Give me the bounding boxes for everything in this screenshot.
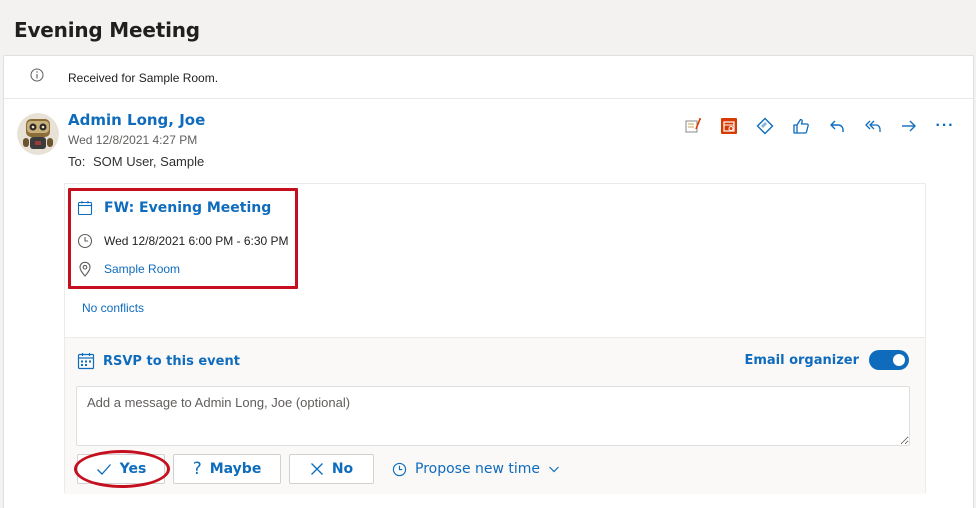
event-details: FW: Evening Meeting Wed 12/8/2021 6:00 P… (65, 184, 925, 337)
email-organizer-label: Email organizer (744, 352, 859, 368)
event-location-row: Sample Room (77, 261, 180, 277)
rsvp-message-input[interactable] (76, 386, 910, 446)
clock-icon (392, 462, 407, 476)
event-time-row: Wed 12/8/2021 6:00 PM - 6:30 PM (77, 233, 289, 249)
propose-label: Propose new time (415, 461, 541, 477)
email-organizer-control: Email organizer (744, 350, 909, 370)
forward-icon (902, 120, 916, 132)
more-actions-button[interactable]: ··· (931, 114, 959, 138)
forward-note-icon (685, 118, 701, 133)
close-icon (310, 463, 323, 475)
rsvp-label: RSVP to this event (103, 353, 240, 369)
no-label: No (331, 461, 354, 477)
question-icon: ? (192, 459, 202, 479)
event-time: Wed 12/8/2021 6:00 PM - 6:30 PM (104, 234, 289, 248)
maybe-label: Maybe (209, 461, 262, 477)
info-icon (30, 68, 44, 82)
rsvp-panel: RSVP to this event Email organizer Yes (65, 337, 925, 494)
propose-new-time-button[interactable]: Propose new time (392, 461, 560, 477)
no-button[interactable]: No (289, 454, 374, 484)
event-title-row: FW: Evening Meeting (77, 200, 271, 216)
to-label: To: (68, 154, 86, 169)
sent-date: Wed 12/8/2021 4:27 PM (68, 133, 198, 147)
rsvp-header: RSVP to this event (77, 352, 240, 370)
to-recipient[interactable]: SOM User, Sample (93, 154, 204, 169)
like-button[interactable] (787, 114, 815, 138)
info-text: Received for Sample Room. (68, 71, 219, 85)
maybe-button[interactable]: ? Maybe (173, 454, 281, 484)
teams-calendar-icon (721, 118, 737, 134)
teams-calendar-button[interactable] (715, 114, 743, 138)
event-title[interactable]: FW: Evening Meeting (104, 200, 271, 216)
reply-button[interactable] (823, 114, 851, 138)
categorize-button[interactable] (751, 114, 779, 138)
calendar-rsvp-icon (77, 353, 95, 370)
diamond-tag-icon (756, 117, 774, 135)
location-pin-icon (79, 261, 91, 277)
page-title: Evening Meeting (14, 18, 200, 42)
avatar[interactable] (17, 113, 59, 155)
to-line: To: SOM User, Sample (68, 154, 204, 169)
forward-note-button[interactable] (679, 114, 707, 138)
chevron-down-icon (549, 466, 559, 473)
forward-button[interactable] (895, 114, 923, 138)
event-card: FW: Evening Meeting Wed 12/8/2021 6:00 P… (64, 183, 926, 494)
event-location[interactable]: Sample Room (104, 262, 180, 276)
no-conflicts-link[interactable]: No conflicts (82, 301, 144, 315)
calendar-icon (77, 201, 93, 216)
reply-all-icon (865, 120, 881, 132)
reply-icon (830, 120, 844, 132)
check-icon (96, 464, 111, 475)
reply-all-button[interactable] (859, 114, 887, 138)
yes-label: Yes (119, 461, 147, 477)
response-buttons: Yes ? Maybe No Propose new time (74, 450, 560, 488)
yes-button[interactable]: Yes (74, 450, 170, 488)
clock-icon (77, 233, 93, 249)
info-bar: Received for Sample Room. (4, 56, 973, 99)
message-card: Received for Sample Room. Admin Long, Jo… (3, 55, 974, 508)
toggle-knob (893, 354, 905, 366)
message-toolbar: ··· (679, 114, 959, 138)
sender-name[interactable]: Admin Long, Joe (68, 111, 205, 129)
like-icon (793, 118, 809, 134)
email-organizer-toggle[interactable] (869, 350, 909, 370)
more-icon: ··· (935, 117, 955, 134)
